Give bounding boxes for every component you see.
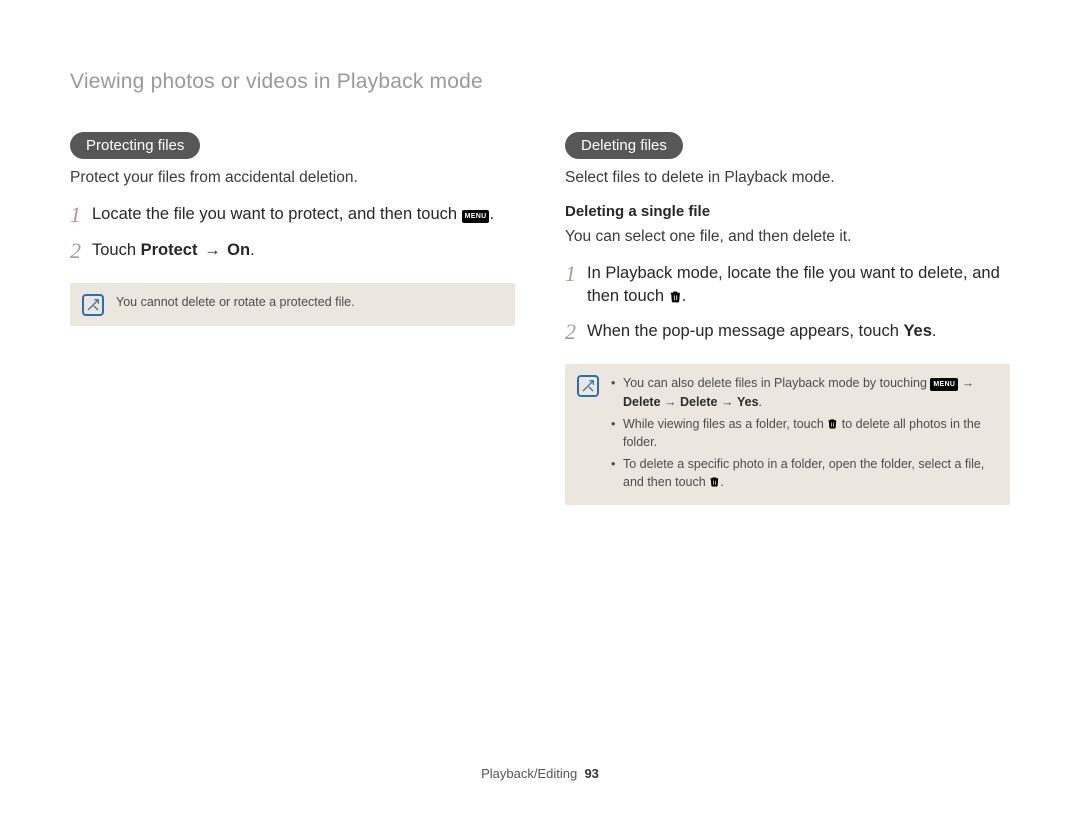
text-segment: While viewing files as a folder, touch [623, 417, 827, 431]
step-number: 2 [70, 239, 92, 263]
trash-icon [709, 474, 720, 486]
arrow-icon: → [718, 395, 737, 409]
step-text: Touch Protect → On. [92, 239, 255, 262]
bold-text: Yes [737, 395, 759, 409]
text-segment: You can also delete files in Playback mo… [623, 376, 930, 390]
text-segment: . [759, 395, 762, 409]
arrow-icon: → [962, 376, 975, 390]
deleting-intro: Select files to delete in Playback mode. [565, 169, 1010, 187]
protecting-files-pill: Protecting files [70, 132, 200, 159]
step-number: 2 [565, 320, 587, 344]
step-number: 1 [565, 262, 587, 286]
delete-step-1: 1 In Playback mode, locate the file you … [565, 262, 1010, 308]
menu-icon: MENU [930, 378, 958, 391]
text-segment: To delete a specific photo in a folder, … [623, 457, 984, 489]
text-segment: . [682, 287, 687, 305]
text-segment: . [720, 475, 723, 489]
note-bullet: While viewing files as a folder, touch t… [611, 415, 998, 451]
step-text: In Playback mode, locate the file you wa… [587, 262, 1010, 308]
bold-text: Delete [623, 395, 661, 409]
protecting-intro: Protect your files from accidental delet… [70, 169, 515, 187]
page-footer: Playback/Editing 93 [0, 766, 1080, 781]
note-icon [577, 375, 599, 397]
note-body: You cannot delete or rotate a protected … [116, 293, 355, 311]
bold-text: On [227, 241, 250, 259]
right-column: Deleting files Select files to delete in… [565, 132, 1010, 505]
page-number: 93 [584, 766, 598, 781]
text-segment: In Playback mode, locate the file you wa… [587, 264, 1000, 305]
page-title: Viewing photos or videos in Playback mod… [70, 70, 1010, 94]
bold-text: Protect [141, 241, 198, 259]
deleting-single-subhead: Deleting a single file [565, 203, 1010, 220]
menu-icon: MENU [462, 210, 490, 223]
two-column-layout: Protecting files Protect your files from… [70, 132, 1010, 505]
arrow-icon: → [661, 395, 680, 409]
note-bullet: You can also delete files in Playback mo… [611, 374, 998, 410]
step-text: When the pop-up message appears, touch Y… [587, 320, 937, 343]
left-column: Protecting files Protect your files from… [70, 132, 515, 505]
step-number: 1 [70, 203, 92, 227]
note-bullet: To delete a specific photo in a folder, … [611, 455, 998, 491]
trash-icon [827, 416, 838, 428]
manual-page: Viewing photos or videos in Playback mod… [0, 0, 1080, 815]
note-text: You cannot delete or rotate a protected … [116, 295, 355, 309]
arrow-icon: → [197, 241, 227, 259]
note-body: You can also delete files in Playback mo… [611, 374, 998, 495]
protecting-steps: 1 Locate the file you want to protect, a… [70, 203, 515, 263]
protect-note-box: You cannot delete or rotate a protected … [70, 283, 515, 326]
deleting-single-intro: You can select one file, and then delete… [565, 228, 1010, 246]
text-segment: . [250, 241, 255, 259]
protect-step-2: 2 Touch Protect → On. [70, 239, 515, 263]
trash-icon [669, 287, 682, 301]
step-text: Locate the file you want to protect, and… [92, 203, 494, 226]
delete-step-2: 2 When the pop-up message appears, touch… [565, 320, 1010, 344]
text-segment: When the pop-up message appears, touch [587, 322, 903, 340]
text-segment: Locate the file you want to protect, and… [92, 205, 462, 223]
protect-step-1: 1 Locate the file you want to protect, a… [70, 203, 515, 227]
footer-section: Playback/Editing [481, 766, 577, 781]
deleting-files-pill: Deleting files [565, 132, 683, 159]
bold-text: Delete [680, 395, 718, 409]
text-segment: . [489, 205, 494, 223]
deleting-steps: 1 In Playback mode, locate the file you … [565, 262, 1010, 344]
bold-text: Yes [903, 322, 931, 340]
note-icon [82, 294, 104, 316]
text-segment: Touch [92, 241, 141, 259]
text-segment: . [932, 322, 937, 340]
delete-note-box: You can also delete files in Playback mo… [565, 364, 1010, 505]
